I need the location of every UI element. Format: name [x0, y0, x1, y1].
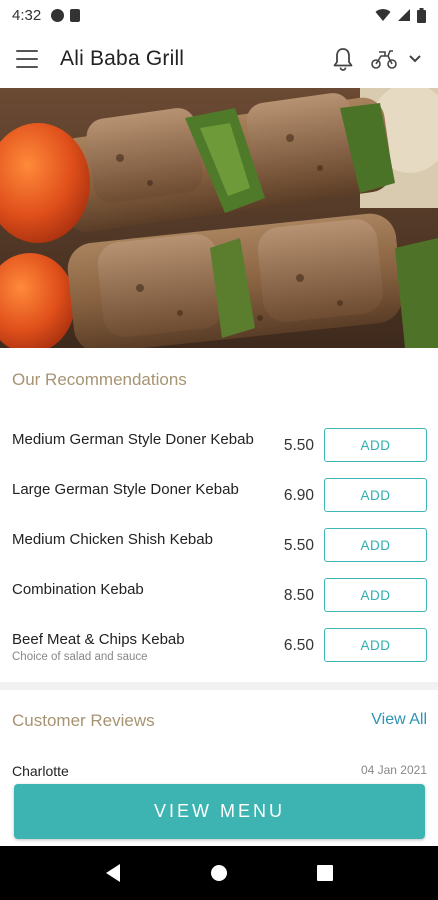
restaurant-title: Ali Baba Grill [60, 47, 185, 70]
delivery-mode-button[interactable] [370, 48, 422, 70]
hero-image [0, 88, 438, 348]
item-name: Combination Kebab [12, 581, 144, 598]
menu-item-row: Medium Chicken Shish Kebab 5.50 ADD [0, 528, 438, 578]
status-time: 4:32 [12, 6, 42, 24]
back-button[interactable] [93, 853, 133, 893]
item-price: 6.90 [283, 487, 314, 504]
recommendations-title: Our Recommendations [12, 370, 187, 389]
recommendations-section: Our Recommendations Medium German Style … [0, 348, 438, 682]
status-bar: 4:32 [0, 0, 438, 30]
section-divider [0, 682, 438, 690]
system-nav-bar [0, 846, 438, 900]
battery-icon [417, 7, 426, 23]
app-bar: Ali Baba Grill [0, 30, 438, 88]
item-name: Medium Chicken Shish Kebab [12, 531, 213, 548]
recents-icon [317, 865, 333, 881]
add-button[interactable]: ADD [324, 578, 427, 612]
add-button[interactable]: ADD [324, 528, 427, 562]
menu-item-row: Large German Style Doner Kebab 6.90 ADD [0, 478, 438, 528]
back-icon [106, 864, 120, 882]
chevron-down-icon [409, 55, 421, 63]
view-menu-button[interactable]: VIEW MENU [14, 784, 425, 839]
recents-button[interactable] [305, 853, 345, 893]
menu-item-row: Combination Kebab 8.50 ADD [0, 578, 438, 628]
notifications-button[interactable] [332, 47, 354, 71]
bell-icon [333, 48, 353, 71]
menu-item-row: Beef Meat & Chips Kebab Choice of salad … [0, 628, 438, 678]
reviewer-name: Charlotte [12, 763, 69, 779]
add-button[interactable]: ADD [324, 428, 427, 462]
home-button[interactable] [199, 853, 239, 893]
view-all-link[interactable]: View All [371, 711, 427, 729]
wifi-icon [375, 9, 391, 21]
item-name: Medium German Style Doner Kebab [12, 431, 254, 448]
add-button[interactable]: ADD [324, 478, 427, 512]
item-price: 5.50 [283, 537, 314, 554]
home-icon [211, 865, 227, 881]
add-button[interactable]: ADD [324, 628, 427, 662]
circle-icon [51, 8, 65, 22]
reviews-title: Customer Reviews [12, 711, 155, 730]
reviews-section: Customer Reviews View All Charlotte 04 J… [0, 690, 438, 785]
delivery-scooter-icon [371, 50, 397, 69]
item-description: Choice of salad and sauce [12, 651, 148, 663]
item-price: 8.50 [283, 587, 314, 604]
item-name: Large German Style Doner Kebab [12, 481, 239, 498]
card-icon [70, 8, 81, 22]
signal-icon [398, 9, 410, 21]
item-price: 6.50 [283, 637, 314, 654]
menu-item-row: Medium German Style Doner Kebab 5.50 ADD [0, 428, 438, 478]
cta-container: VIEW MENU [0, 782, 438, 846]
menu-icon[interactable] [16, 50, 38, 68]
item-name: Beef Meat & Chips Kebab [12, 631, 185, 648]
review-date: 04 Jan 2021 [360, 763, 427, 777]
item-price: 5.50 [283, 437, 314, 454]
